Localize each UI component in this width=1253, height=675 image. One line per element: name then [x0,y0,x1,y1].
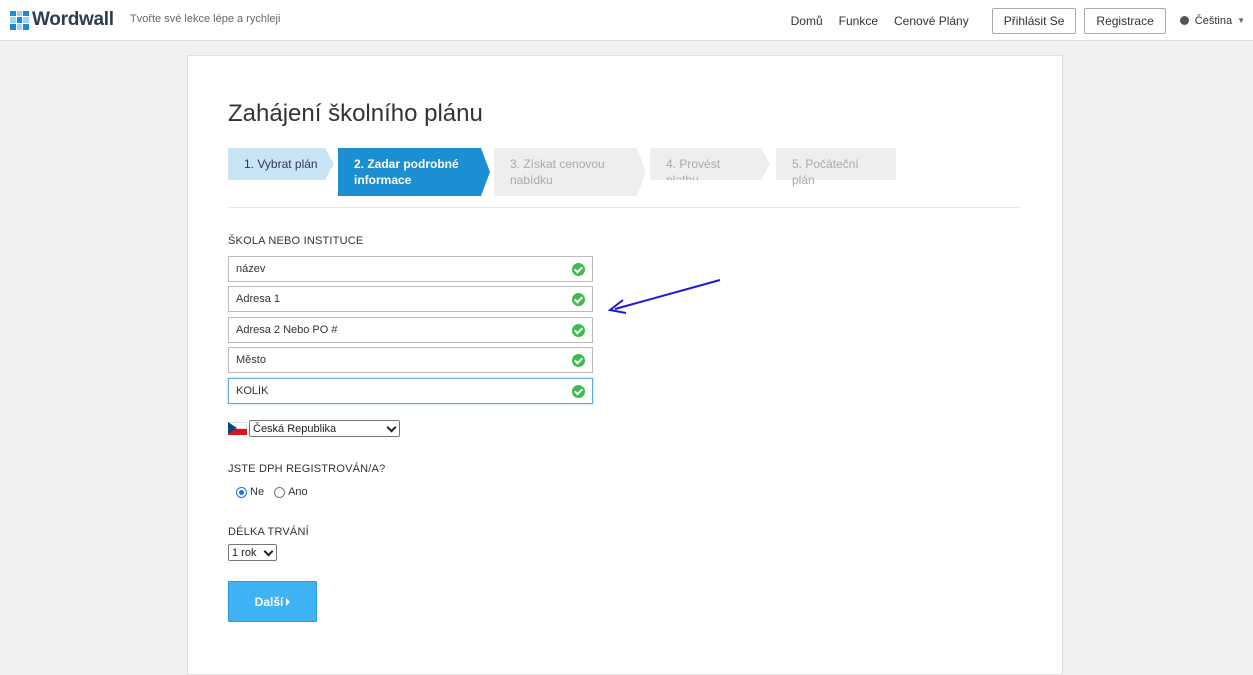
page-title: Zahájení školního plánu [228,100,483,127]
duration-select[interactable]: 1 rok [228,544,277,561]
login-button[interactable]: Přihlásit Se [991,7,1077,34]
globe-icon [1179,16,1189,25]
postcode-field[interactable] [228,378,593,404]
check-icon [572,293,585,306]
address-2-input[interactable] [236,318,556,342]
country-select[interactable]: Česká Republika [249,420,400,437]
check-icon [572,385,585,398]
arrow-right-icon [286,597,291,606]
step-1: 1. Vybrat plán [228,148,334,180]
postcode-input[interactable] [236,379,556,403]
signup-panel: Zahájení školního plánu 1. Vybrat plán 2… [187,55,1063,675]
country-select-value: Česká Republika [253,422,337,435]
check-icon [572,324,585,337]
nav-home-link[interactable]: Domů [791,14,823,28]
language-selector[interactable]: Čeština ▼ [1179,14,1245,27]
divider [228,207,1021,208]
chevron-down-icon [263,546,274,557]
nav-features-link[interactable]: Funkce [839,14,878,28]
annotation-arrow-icon [607,279,721,314]
city-field[interactable] [228,347,593,373]
chevron-down-icon [386,422,397,433]
school-name-field[interactable] [228,256,593,282]
address-1-field[interactable] [228,286,593,312]
caret-down-icon: ▼ [1237,16,1245,25]
logo-text: Wordwall [32,9,114,30]
step-3: 3. Získat cenovou nabídku [494,148,646,196]
czech-flag-icon [228,422,247,435]
logo[interactable]: Wordwall [10,9,114,31]
school-section-label: ŠKOLA NEBO INSTITUCE [228,235,364,247]
vat-radio-group: Ne Ano [236,486,318,498]
address-2-field[interactable] [228,317,593,343]
check-icon [572,263,585,276]
language-label: Čeština [1194,14,1233,27]
city-input[interactable] [236,348,556,372]
duration-select-value: 1 rok [232,546,257,559]
register-button[interactable]: Registrace [1084,7,1166,34]
vat-yes-radio[interactable] [274,486,286,498]
address-1-input[interactable] [236,287,556,311]
top-bar: Wordwall Tvořte své lekce lépe a rychlej… [0,0,1253,41]
main-nav: Domů Funkce Cenové Plány Přihlásit Se Re… [791,0,1253,41]
nav-pricing-link[interactable]: Cenové Plány [894,14,969,28]
step-4: 4. Provést platbu [650,148,770,180]
tagline: Tvořte své lekce lépe a rychleji [130,13,281,25]
vat-no-label[interactable]: Ne [250,486,264,498]
vat-section-label: JSTE DPH REGISTROVÁN/A? [228,463,386,475]
check-icon [572,354,585,367]
next-button-label: Další [254,594,284,609]
vat-no-radio[interactable] [236,486,247,498]
vat-yes-label[interactable]: Ano [288,486,308,498]
step-progress: 1. Vybrat plán 2. Zadar podrobné informa… [228,148,948,196]
school-name-input[interactable] [236,257,556,281]
duration-section-label: DÉLKA TRVÁNÍ [228,526,309,538]
step-2: 2. Zadar podrobné informace [338,148,490,196]
wordwall-logo-icon [10,10,29,30]
step-5: 5. Počáteční plán [776,148,896,187]
next-button[interactable]: Další [228,581,317,622]
